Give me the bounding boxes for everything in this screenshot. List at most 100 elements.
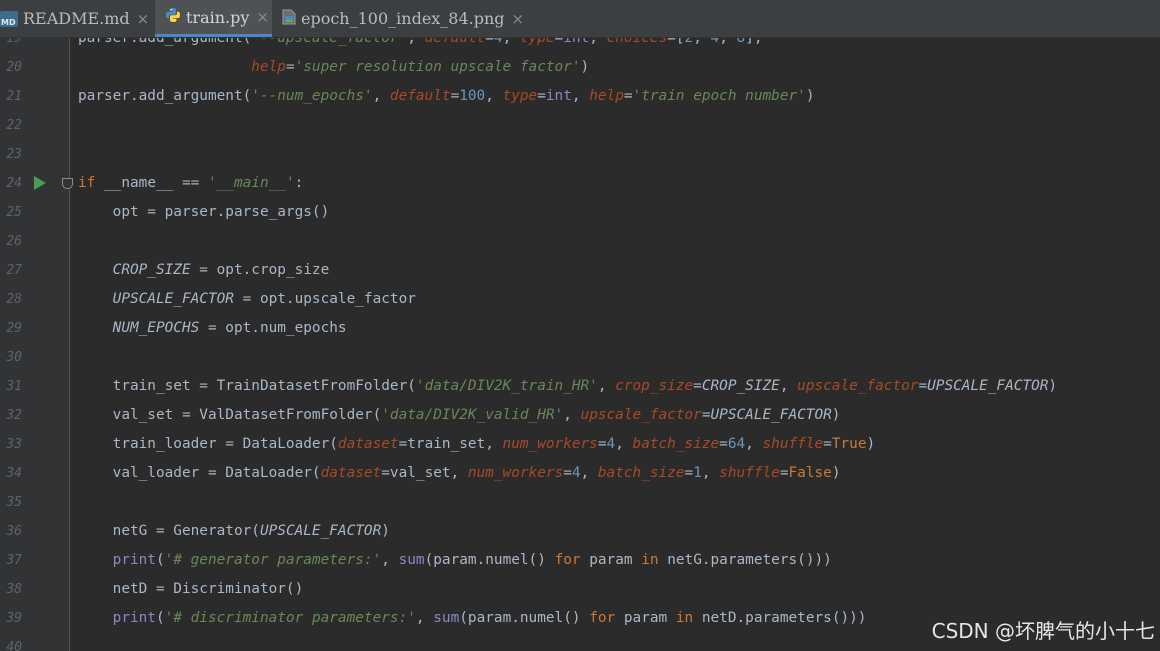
code-token: ) (831, 465, 841, 481)
ide-window: 19 20 21 22 23 24 25 26 27 28 29 30 31 32 33 34 35 36 37 38… (0, 0, 1160, 651)
code-line[interactable]: print('# discriminator parameters:', sum… (78, 604, 867, 633)
code-token: param (589, 552, 642, 568)
code-line[interactable]: print('# generator parameters:', sum(par… (78, 546, 832, 575)
code-token: = (779, 465, 789, 481)
code-token: , (779, 378, 798, 394)
editor-tab-bar: MD README.md × train.py × epoch_100_inde… (0, 0, 1160, 38)
close-icon[interactable]: × (512, 10, 525, 28)
code-line[interactable]: val_loader = DataLoader(dataset=val_set,… (78, 459, 841, 488)
code-token: '__main__' (207, 175, 295, 191)
code-token: =val_set, (381, 465, 468, 481)
code-editor[interactable]: parser.add_argument('--upscale_factor', … (0, 0, 1160, 651)
code-line[interactable]: parser.add_argument('--num_epochs', defa… (78, 82, 815, 111)
python-file-icon (165, 7, 181, 27)
code-token: default (389, 88, 451, 104)
code-token: = (684, 465, 694, 481)
code-token: = (918, 378, 928, 394)
code-line[interactable]: if __name__ == '__main__': (78, 169, 303, 198)
code-token: , (701, 465, 720, 481)
code-token: val_loader = DataLoader( (78, 465, 321, 481)
code-token: NUM_EPOCHS (112, 320, 200, 336)
code-token: print (112, 552, 156, 568)
code-token: num_workers (502, 436, 598, 452)
code-token: , (485, 88, 503, 104)
code-token: = (623, 88, 633, 104)
code-token: help (589, 88, 624, 104)
code-line[interactable]: CROP_SIZE = opt.crop_size (78, 256, 330, 285)
code-token: for (589, 610, 624, 626)
code-token: ) (580, 59, 590, 75)
code-line[interactable]: val_set = ValDatasetFromFolder('data/DIV… (78, 401, 841, 430)
code-token: '--num_epochs' (251, 88, 373, 104)
code-token: = (701, 407, 711, 423)
code-token: netG.parameters())) (667, 552, 832, 568)
code-token: True (831, 436, 867, 452)
code-line[interactable]: train_set = TrainDatasetFromFolder('data… (78, 372, 1057, 401)
tab-label: train.py (186, 7, 250, 27)
code-token: shuffle (762, 436, 824, 452)
code-token: , (563, 407, 581, 423)
close-icon[interactable]: × (137, 10, 150, 28)
code-token: 'super resolution upscale factor' (294, 59, 581, 75)
code-token: = (285, 59, 295, 75)
markdown-file-icon: MD (0, 10, 18, 27)
code-token: 100 (459, 88, 486, 104)
code-token: 4 (571, 465, 581, 481)
code-token: = (597, 436, 607, 452)
code-token: ) (866, 436, 876, 452)
code-line[interactable]: NUM_EPOCHS = opt.num_epochs (78, 314, 347, 343)
code-token: dataset (337, 436, 399, 452)
code-token: in (675, 610, 702, 626)
code-token: print (112, 610, 156, 626)
tab-epoch-png[interactable]: epoch_100_index_84.png × (282, 0, 524, 37)
code-line[interactable]: UPSCALE_FACTOR = opt.upscale_factor (78, 285, 416, 314)
code-token: : (294, 175, 304, 191)
code-token: UPSCALE_FACTOR (710, 407, 832, 423)
code-token: train_set = TrainDatasetFromFolder( (78, 378, 416, 394)
code-token: parser.add_argument( (78, 88, 252, 104)
code-token: crop_size (615, 378, 694, 394)
csdn-watermark: CSDN @坏脾气的小十七 (931, 619, 1155, 643)
code-token: , (571, 88, 590, 104)
code-token: netD.parameters())) (701, 610, 867, 626)
code-line[interactable]: help='super resolution upscale factor') (78, 53, 589, 82)
code-line[interactable]: netG = Generator(UPSCALE_FACTOR) (78, 517, 390, 546)
code-line[interactable]: netD = Discriminator() (78, 575, 304, 604)
code-token: in (641, 552, 668, 568)
tab-readme[interactable]: MD README.md × (0, 0, 149, 37)
tab-label: README.md (23, 9, 130, 28)
code-line[interactable]: opt = parser.parse_args() (78, 198, 330, 227)
close-icon[interactable]: × (256, 8, 269, 26)
code-token: False (788, 465, 832, 481)
code-token: , (745, 436, 763, 452)
code-token: help (251, 59, 286, 75)
code-token: shuffle (719, 465, 780, 481)
code-token: , (597, 378, 616, 394)
tab-train-py[interactable]: train.py × (155, 0, 272, 37)
fold-icon[interactable] (62, 178, 73, 189)
code-token: , (372, 88, 390, 104)
code-token: ) (381, 523, 390, 539)
code-token: type (502, 88, 538, 104)
code-token: param (623, 610, 676, 626)
code-token: (param.numel() (459, 610, 590, 626)
code-token: __name__ == (104, 175, 208, 191)
code-token: = opt.num_epochs (199, 320, 347, 336)
code-token: , (580, 465, 598, 481)
code-line[interactable]: train_loader = DataLoader(dataset=train_… (78, 430, 876, 459)
code-token: dataset (320, 465, 382, 481)
code-token: 'data/DIV2K_train_HR' (415, 378, 598, 394)
code-token: train_loader = DataLoader( (78, 436, 338, 452)
code-token: = (563, 465, 572, 481)
code-token: netG = Generator( (78, 523, 260, 539)
code-token: 'data/DIV2K_valid_HR' (381, 407, 564, 423)
code-token: sum (433, 610, 460, 626)
code-token: 4 (606, 436, 616, 452)
code-token: = opt.upscale_factor (233, 291, 416, 307)
code-token: CROP_SIZE (112, 262, 191, 278)
code-token: UPSCALE_FACTOR (112, 291, 234, 307)
